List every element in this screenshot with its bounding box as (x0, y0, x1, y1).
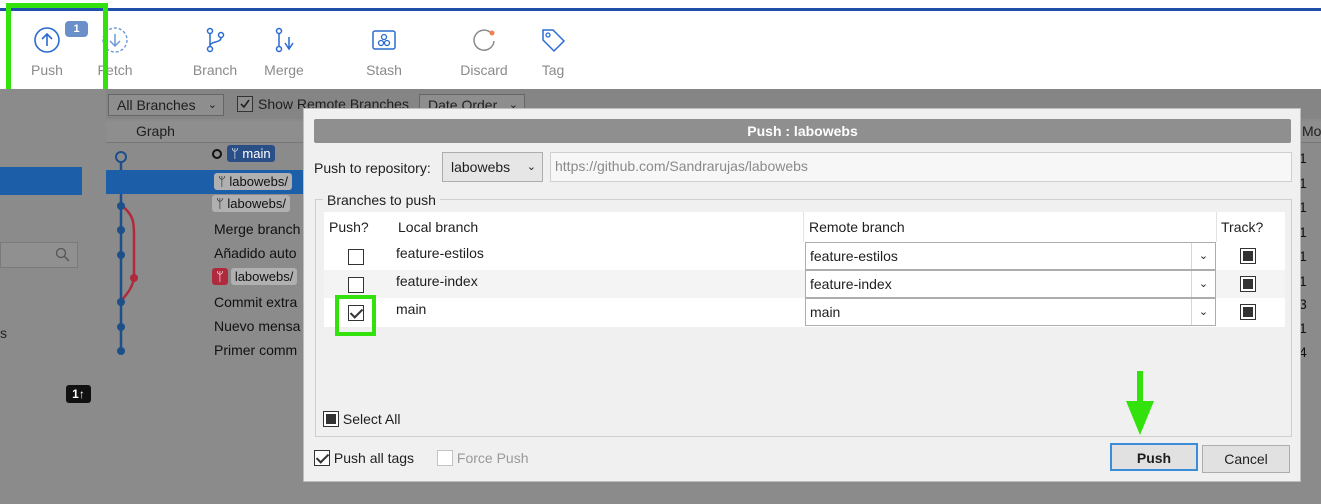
col-header-track: Track? (1221, 219, 1264, 235)
select-all-toggle[interactable]: Select All (323, 410, 400, 428)
chevron-down-icon: ⌄ (526, 161, 536, 173)
col-header-local: Local branch (398, 219, 479, 235)
remote-branch-value: main (810, 304, 841, 320)
branch-filter-value: All Branches (117, 97, 196, 113)
stash-icon (372, 30, 396, 50)
remote-branch-chip: ᛘ (212, 268, 228, 285)
push-all-tags-toggle[interactable]: Push all tags (314, 449, 414, 467)
tag-icon (542, 29, 566, 53)
sidebar-selected-item[interactable] (0, 167, 82, 195)
sidebar: s 1↑ (0, 89, 106, 504)
local-branch-name: feature-index (396, 273, 478, 289)
repository-value: labowebs (451, 159, 511, 175)
select-all-checkbox[interactable] (323, 411, 339, 427)
branch-row: feature-index feature-index ⌄ (324, 270, 1285, 298)
branch-row: main main ⌄ (324, 298, 1285, 326)
push-checkbox[interactable] (348, 249, 364, 265)
merge-icon (275, 27, 294, 53)
branch-chip: ᛘ main (227, 145, 275, 162)
push-checkbox[interactable] (348, 277, 364, 293)
checkmark-icon (240, 99, 250, 109)
select-all-label: Select All (342, 411, 401, 427)
right-column-header: Mo (1302, 123, 1321, 139)
commit-row[interactable]: Primer comm (214, 342, 306, 366)
main-checkbox-highlight-box (335, 295, 376, 336)
force-push-checkbox[interactable] (437, 450, 453, 466)
cancel-button[interactable]: Cancel (1202, 445, 1290, 473)
sidebar-search-input[interactable] (0, 242, 78, 268)
discard-icon (473, 29, 495, 51)
commit-row[interactable]: Nuevo mensa (214, 318, 306, 342)
repository-select[interactable]: labowebs ⌄ (442, 152, 543, 182)
chevron-down-icon: ⌄ (1191, 299, 1215, 325)
remote-branch-value: feature-estilos (810, 248, 898, 264)
force-push-label: Force Push (456, 450, 529, 466)
tag-label: Tag (541, 62, 565, 78)
merge-toolbar-button[interactable]: Merge (249, 11, 319, 89)
branch-label: Branch (192, 62, 238, 78)
local-branch-name: main (396, 301, 427, 317)
column-divider (803, 212, 804, 242)
commit-row[interactable]: ᛘ main (212, 145, 302, 169)
branch-filter-select[interactable]: All Branches ⌄ (108, 94, 224, 116)
search-icon (55, 247, 70, 262)
remote-branch-value: feature-index (810, 276, 892, 292)
stash-label: Stash (366, 62, 402, 78)
tag-toolbar-button[interactable]: Tag (518, 11, 588, 89)
branch-icon (206, 27, 225, 53)
dialog-title: Push : labowebs (314, 119, 1291, 143)
commit-row[interactable]: Añadido auto (214, 245, 306, 269)
commit-row[interactable]: Commit extra (214, 294, 306, 318)
force-push-toggle[interactable]: Force Push (437, 449, 528, 467)
branches-table: Push? Local branch Remote branch Track? … (324, 212, 1285, 336)
group-title: Branches to push (323, 191, 440, 209)
push-all-tags-checkbox[interactable] (314, 450, 330, 466)
repository-url-field[interactable]: https://github.com/Sandrarujas/labowebs (550, 152, 1292, 182)
local-branch-name: feature-estilos (396, 245, 484, 261)
chevron-down-icon: ⌄ (1191, 243, 1215, 269)
push-all-tags-label: Push all tags (333, 450, 415, 466)
track-checkbox[interactable] (1240, 248, 1256, 264)
remote-branch-select[interactable]: feature-index ⌄ (805, 270, 1216, 298)
remote-branch-chip: ᛘ labowebs/ (212, 195, 290, 212)
commit-row[interactable]: ᛘ labowebs/ (212, 268, 306, 292)
merge-label: Merge (264, 62, 304, 78)
discard-toolbar-button[interactable]: Discard (449, 11, 519, 89)
commit-row[interactable]: Merge branch (214, 221, 306, 245)
track-checkbox[interactable] (1240, 304, 1256, 320)
col-header-remote: Remote branch (809, 219, 905, 235)
ahead-counter-badge: 1↑ (66, 385, 91, 403)
graph-column-header: Graph (136, 123, 175, 139)
track-checkbox[interactable] (1240, 276, 1256, 292)
head-indicator-icon (212, 149, 222, 160)
toolbar: 1 Push Fetch Branch Merge Stash Discard … (0, 11, 1321, 89)
commit-row[interactable]: ᛘ labowebs/ (212, 195, 306, 219)
chevron-down-icon: ⌄ (1191, 271, 1215, 297)
commit-row-selected[interactable]: ᛘ labowebs/ (106, 170, 306, 194)
stash-toolbar-button[interactable]: Stash (349, 11, 419, 89)
remote-branch-chip-label: labowebs/ (230, 268, 298, 285)
remote-branch-select[interactable]: feature-estilos ⌄ (805, 242, 1216, 270)
arrow-down-icon (1126, 371, 1154, 435)
remote-branch-select[interactable]: main ⌄ (805, 298, 1216, 326)
show-remote-branches-checkbox[interactable] (237, 96, 253, 112)
discard-label: Discard (460, 62, 508, 78)
push-highlight-box (6, 3, 108, 100)
push-button[interactable]: Push (1110, 443, 1198, 471)
column-divider (1216, 212, 1217, 242)
branch-row: feature-estilos feature-estilos ⌄ (324, 242, 1285, 270)
chevron-down-icon: ⌄ (207, 99, 217, 111)
col-header-push: Push? (329, 219, 369, 235)
sidebar-truncated-text: s (0, 325, 7, 341)
remote-branch-chip: ᛘ labowebs/ (214, 173, 292, 190)
repo-label: Push to repository: (314, 160, 431, 176)
branch-toolbar-button[interactable]: Branch (180, 11, 250, 89)
